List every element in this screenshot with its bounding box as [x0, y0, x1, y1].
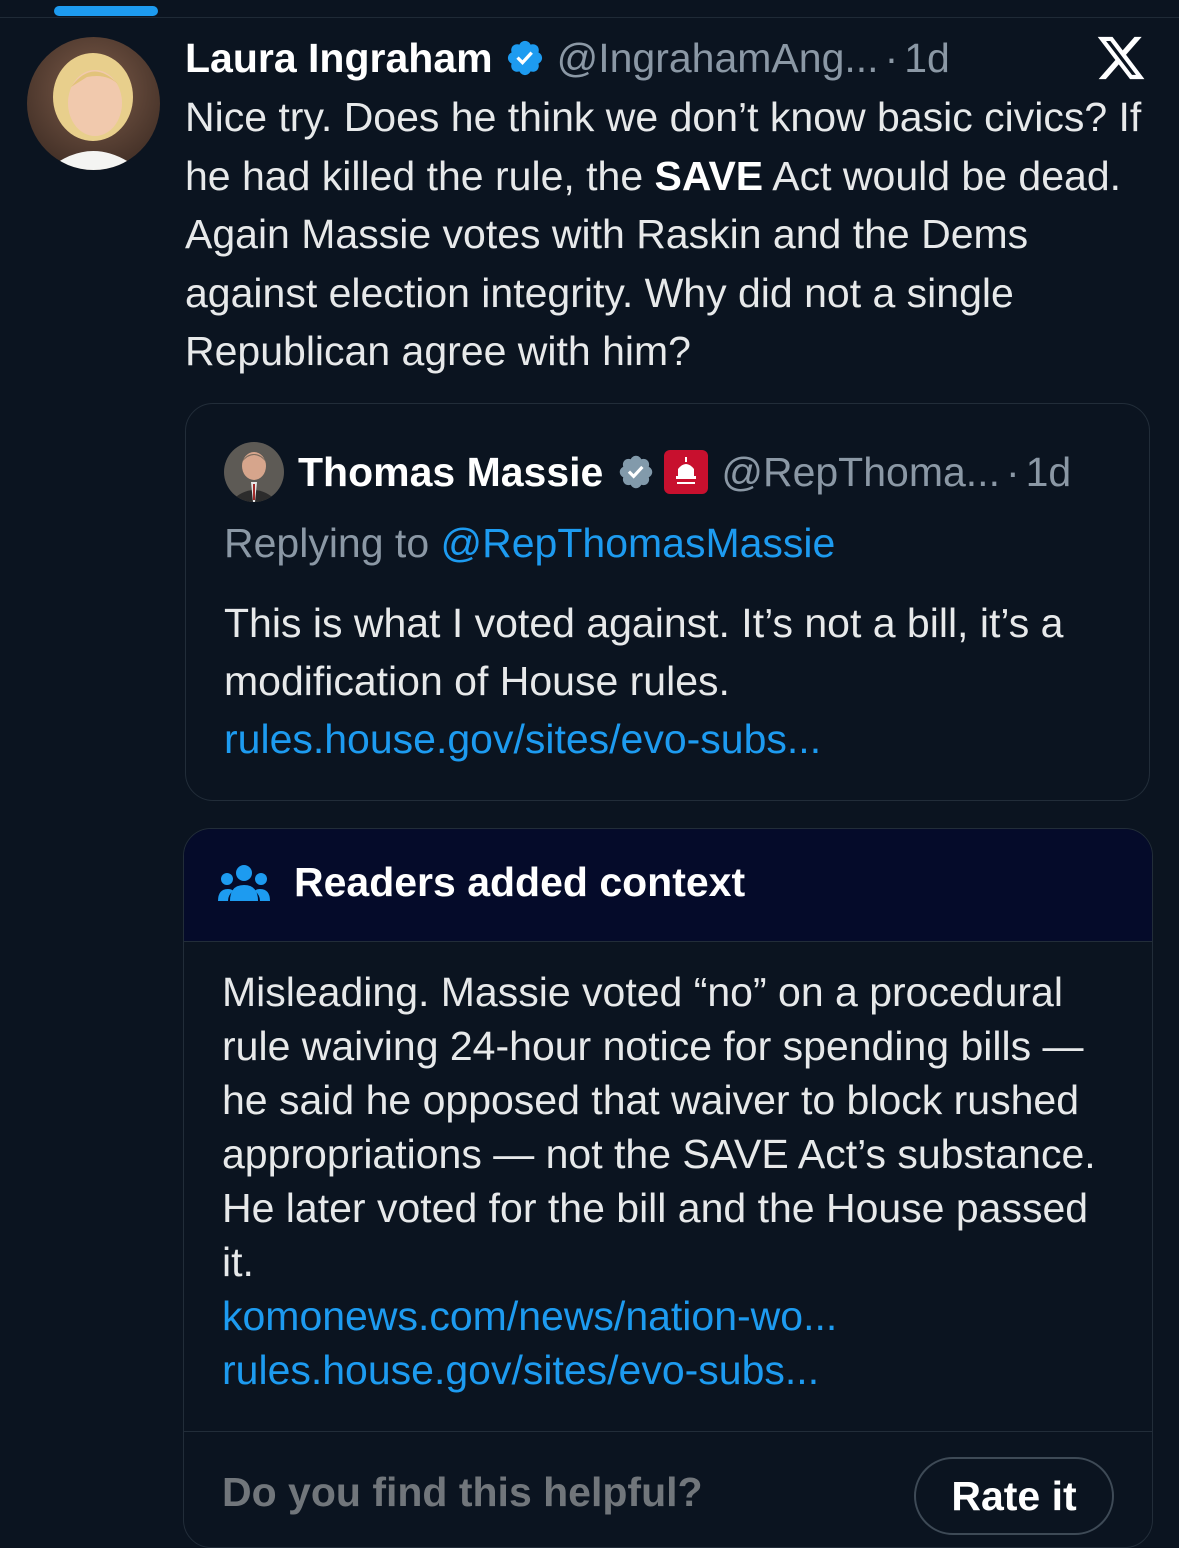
separator-dot: ·	[884, 34, 899, 81]
community-note-title: Readers added context	[294, 859, 746, 905]
community-note-body: Misleading. Massie voted “no” on a proce…	[222, 969, 1096, 1285]
quoted-tweet-header: Thomas Massie @RepThoma... · 1d	[298, 444, 1071, 500]
rate-it-button[interactable]: Rate it	[914, 1457, 1114, 1535]
quoted-author-handle[interactable]: @RepThoma...	[721, 449, 1000, 496]
helpful-prompt: Do you find this helpful?	[222, 1469, 703, 1515]
quoted-author-name[interactable]: Thomas Massie	[298, 449, 603, 496]
community-note-text: Misleading. Massie voted “no” on a proce…	[222, 965, 1122, 1397]
quoted-tweet-card[interactable]: Thomas Massie @RepThoma... · 1d Replying…	[185, 403, 1150, 801]
replying-to-mention[interactable]: @RepThomasMassie	[441, 520, 836, 566]
community-note-header: Readers added context	[184, 829, 1152, 942]
quoted-tweet-timestamp[interactable]: 1d	[1026, 449, 1072, 496]
author-avatar[interactable]	[27, 37, 160, 170]
replying-to-line: Replying to @RepThomasMassie	[224, 520, 835, 567]
tab-indicator	[54, 6, 158, 16]
author-name[interactable]: Laura Ingraham	[185, 35, 493, 82]
quoted-tweet-text: This is what I voted against. It’s not a…	[224, 594, 1124, 768]
quoted-author-avatar[interactable]	[224, 442, 284, 502]
quoted-tweet-body: This is what I voted against. It’s not a…	[224, 600, 1064, 704]
people-group-icon	[218, 865, 270, 901]
tweet-timestamp[interactable]: 1d	[904, 35, 950, 82]
community-note-divider	[184, 1431, 1152, 1432]
replying-prefix: Replying to	[224, 520, 441, 566]
quoted-tweet-link[interactable]: rules.house.gov/sites/evo-subs...	[224, 710, 1124, 768]
verified-badge-icon	[507, 40, 542, 76]
tweet-text-bold: SAVE	[654, 152, 764, 199]
house-gop-badge-icon[interactable]	[663, 449, 709, 495]
author-handle[interactable]: @IngrahamAng...	[557, 35, 879, 82]
tweet-header: Laura Ingraham @IngrahamAng... · 1d	[185, 30, 950, 86]
community-note-card: Readers added context Misleading. Massie…	[183, 828, 1153, 1548]
tweet-text: Nice try. Does he think we don’t know ba…	[185, 88, 1165, 381]
separator-dot: ·	[1005, 448, 1020, 495]
community-note-link-2[interactable]: rules.house.gov/sites/evo-subs...	[222, 1343, 1122, 1397]
x-logo-icon[interactable]	[1094, 32, 1148, 84]
community-note-link-1[interactable]: komonews.com/news/nation-wo...	[222, 1289, 1122, 1343]
verified-badge-icon	[620, 455, 653, 489]
top-divider	[0, 17, 1179, 18]
